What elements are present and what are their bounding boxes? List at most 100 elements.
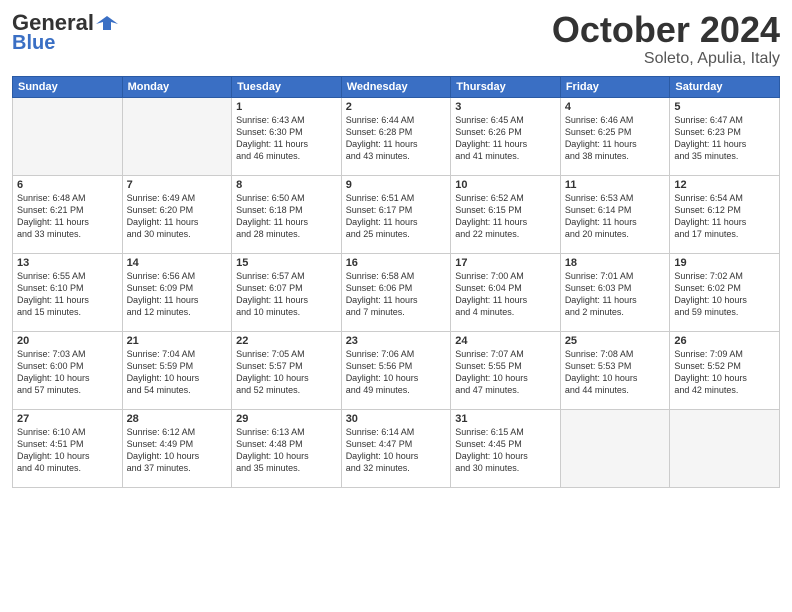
day-info: Sunrise: 6:13 AM Sunset: 4:48 PM Dayligh… [236,426,337,475]
calendar-container: General Blue October 2024 Soleto, Apulia… [0,0,792,612]
calendar-cell-w1-d1 [13,97,123,175]
calendar-cell-w4-d4: 23Sunrise: 7:06 AM Sunset: 5:56 PM Dayli… [341,331,451,409]
header-thursday: Thursday [451,76,561,97]
day-number: 28 [127,413,228,425]
calendar-cell-w5-d5: 31Sunrise: 6:15 AM Sunset: 4:45 PM Dayli… [451,409,561,487]
day-number: 4 [565,101,666,113]
calendar-cell-w2-d1: 6Sunrise: 6:48 AM Sunset: 6:21 PM Daylig… [13,175,123,253]
day-info: Sunrise: 7:03 AM Sunset: 6:00 PM Dayligh… [17,348,118,397]
day-number: 8 [236,179,337,191]
day-info: Sunrise: 6:53 AM Sunset: 6:14 PM Dayligh… [565,192,666,241]
calendar-cell-w3-d4: 16Sunrise: 6:58 AM Sunset: 6:06 PM Dayli… [341,253,451,331]
calendar-cell-w3-d1: 13Sunrise: 6:55 AM Sunset: 6:10 PM Dayli… [13,253,123,331]
calendar-cell-w1-d5: 3Sunrise: 6:45 AM Sunset: 6:26 PM Daylig… [451,97,561,175]
day-info: Sunrise: 6:44 AM Sunset: 6:28 PM Dayligh… [346,114,447,163]
day-number: 20 [17,335,118,347]
calendar-cell-w2-d6: 11Sunrise: 6:53 AM Sunset: 6:14 PM Dayli… [560,175,670,253]
day-info: Sunrise: 6:55 AM Sunset: 6:10 PM Dayligh… [17,270,118,319]
day-number: 27 [17,413,118,425]
day-number: 14 [127,257,228,269]
day-number: 6 [17,179,118,191]
calendar-cell-w3-d3: 15Sunrise: 6:57 AM Sunset: 6:07 PM Dayli… [232,253,342,331]
day-number: 22 [236,335,337,347]
calendar-cell-w5-d6 [560,409,670,487]
day-info: Sunrise: 6:57 AM Sunset: 6:07 PM Dayligh… [236,270,337,319]
calendar-cell-w5-d3: 29Sunrise: 6:13 AM Sunset: 4:48 PM Dayli… [232,409,342,487]
calendar-cell-w5-d2: 28Sunrise: 6:12 AM Sunset: 4:49 PM Dayli… [122,409,232,487]
day-info: Sunrise: 6:52 AM Sunset: 6:15 PM Dayligh… [455,192,556,241]
day-number: 31 [455,413,556,425]
location: Soleto, Apulia, Italy [552,50,780,68]
day-number: 30 [346,413,447,425]
day-info: Sunrise: 6:48 AM Sunset: 6:21 PM Dayligh… [17,192,118,241]
day-info: Sunrise: 6:45 AM Sunset: 6:26 PM Dayligh… [455,114,556,163]
day-info: Sunrise: 6:54 AM Sunset: 6:12 PM Dayligh… [674,192,775,241]
day-info: Sunrise: 6:49 AM Sunset: 6:20 PM Dayligh… [127,192,228,241]
logo-bird-icon [96,14,118,32]
calendar-cell-w3-d7: 19Sunrise: 7:02 AM Sunset: 6:02 PM Dayli… [670,253,780,331]
calendar-header-row: Sunday Monday Tuesday Wednesday Thursday… [13,76,780,97]
day-info: Sunrise: 7:00 AM Sunset: 6:04 PM Dayligh… [455,270,556,319]
header-monday: Monday [122,76,232,97]
day-info: Sunrise: 7:07 AM Sunset: 5:55 PM Dayligh… [455,348,556,397]
week-row-5: 27Sunrise: 6:10 AM Sunset: 4:51 PM Dayli… [13,409,780,487]
logo-blue-text: Blue [12,32,55,55]
day-number: 10 [455,179,556,191]
day-number: 29 [236,413,337,425]
day-info: Sunrise: 6:14 AM Sunset: 4:47 PM Dayligh… [346,426,447,475]
week-row-1: 1Sunrise: 6:43 AM Sunset: 6:30 PM Daylig… [13,97,780,175]
calendar-cell-w1-d4: 2Sunrise: 6:44 AM Sunset: 6:28 PM Daylig… [341,97,451,175]
day-info: Sunrise: 7:02 AM Sunset: 6:02 PM Dayligh… [674,270,775,319]
calendar-cell-w1-d3: 1Sunrise: 6:43 AM Sunset: 6:30 PM Daylig… [232,97,342,175]
day-number: 12 [674,179,775,191]
day-info: Sunrise: 6:56 AM Sunset: 6:09 PM Dayligh… [127,270,228,319]
header-saturday: Saturday [670,76,780,97]
calendar-cell-w1-d2 [122,97,232,175]
calendar-table: Sunday Monday Tuesday Wednesday Thursday… [12,76,780,488]
day-info: Sunrise: 6:43 AM Sunset: 6:30 PM Dayligh… [236,114,337,163]
calendar-cell-w4-d3: 22Sunrise: 7:05 AM Sunset: 5:57 PM Dayli… [232,331,342,409]
day-info: Sunrise: 6:15 AM Sunset: 4:45 PM Dayligh… [455,426,556,475]
day-number: 23 [346,335,447,347]
day-number: 15 [236,257,337,269]
day-info: Sunrise: 7:08 AM Sunset: 5:53 PM Dayligh… [565,348,666,397]
day-info: Sunrise: 7:09 AM Sunset: 5:52 PM Dayligh… [674,348,775,397]
day-info: Sunrise: 7:06 AM Sunset: 5:56 PM Dayligh… [346,348,447,397]
week-row-3: 13Sunrise: 6:55 AM Sunset: 6:10 PM Dayli… [13,253,780,331]
day-number: 16 [346,257,447,269]
day-info: Sunrise: 6:12 AM Sunset: 4:49 PM Dayligh… [127,426,228,475]
calendar-cell-w4-d2: 21Sunrise: 7:04 AM Sunset: 5:59 PM Dayli… [122,331,232,409]
day-number: 11 [565,179,666,191]
calendar-cell-w5-d1: 27Sunrise: 6:10 AM Sunset: 4:51 PM Dayli… [13,409,123,487]
day-number: 21 [127,335,228,347]
calendar-cell-w4-d1: 20Sunrise: 7:03 AM Sunset: 6:00 PM Dayli… [13,331,123,409]
calendar-cell-w2-d2: 7Sunrise: 6:49 AM Sunset: 6:20 PM Daylig… [122,175,232,253]
calendar-cell-w4-d5: 24Sunrise: 7:07 AM Sunset: 5:55 PM Dayli… [451,331,561,409]
calendar-cell-w1-d7: 5Sunrise: 6:47 AM Sunset: 6:23 PM Daylig… [670,97,780,175]
week-row-4: 20Sunrise: 7:03 AM Sunset: 6:00 PM Dayli… [13,331,780,409]
header-sunday: Sunday [13,76,123,97]
day-number: 25 [565,335,666,347]
header: General Blue October 2024 Soleto, Apulia… [12,10,780,68]
calendar-cell-w5-d4: 30Sunrise: 6:14 AM Sunset: 4:47 PM Dayli… [341,409,451,487]
day-info: Sunrise: 7:04 AM Sunset: 5:59 PM Dayligh… [127,348,228,397]
calendar-cell-w4-d6: 25Sunrise: 7:08 AM Sunset: 5:53 PM Dayli… [560,331,670,409]
calendar-cell-w2-d5: 10Sunrise: 6:52 AM Sunset: 6:15 PM Dayli… [451,175,561,253]
day-number: 13 [17,257,118,269]
day-info: Sunrise: 7:05 AM Sunset: 5:57 PM Dayligh… [236,348,337,397]
calendar-cell-w2-d7: 12Sunrise: 6:54 AM Sunset: 6:12 PM Dayli… [670,175,780,253]
logo: General Blue [12,10,118,55]
week-row-2: 6Sunrise: 6:48 AM Sunset: 6:21 PM Daylig… [13,175,780,253]
header-wednesday: Wednesday [341,76,451,97]
calendar-cell-w3-d6: 18Sunrise: 7:01 AM Sunset: 6:03 PM Dayli… [560,253,670,331]
day-info: Sunrise: 6:47 AM Sunset: 6:23 PM Dayligh… [674,114,775,163]
calendar-cell-w2-d3: 8Sunrise: 6:50 AM Sunset: 6:18 PM Daylig… [232,175,342,253]
calendar-cell-w4-d7: 26Sunrise: 7:09 AM Sunset: 5:52 PM Dayli… [670,331,780,409]
day-number: 17 [455,257,556,269]
day-number: 7 [127,179,228,191]
day-number: 2 [346,101,447,113]
calendar-cell-w3-d2: 14Sunrise: 6:56 AM Sunset: 6:09 PM Dayli… [122,253,232,331]
day-number: 24 [455,335,556,347]
day-info: Sunrise: 6:50 AM Sunset: 6:18 PM Dayligh… [236,192,337,241]
calendar-cell-w2-d4: 9Sunrise: 6:51 AM Sunset: 6:17 PM Daylig… [341,175,451,253]
